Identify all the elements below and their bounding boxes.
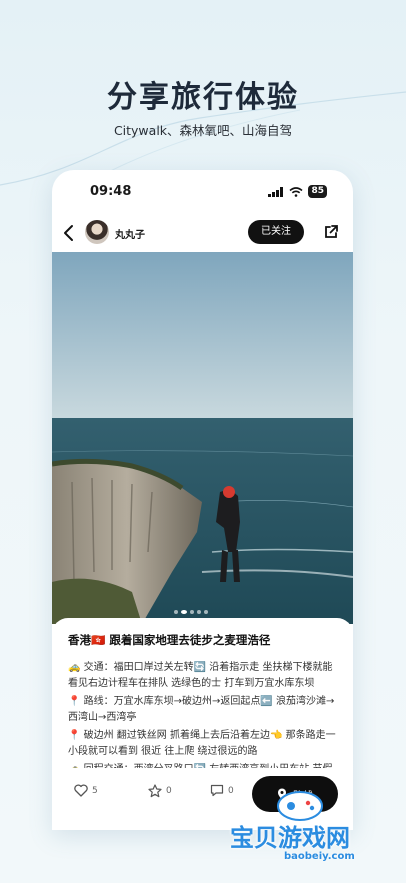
- photo-pagination: [174, 610, 208, 614]
- post-line: 📍 路线：万宜水库东坝→破边州→返回起点⬅️ 浪茄湾沙滩→西湾山→西湾亭: [68, 696, 335, 723]
- pagination-dot: [197, 610, 201, 614]
- post-title: 香港🇭🇰 跟着国家地理去徒步之麦理浩径: [68, 633, 271, 647]
- post-line: 📍 破边州 翻过铁丝网 抓着绳上去后沿着左边👈 那条路走一小段就可以看到 很近 …: [68, 730, 336, 757]
- pagination-dot-active: [181, 610, 187, 614]
- promo-subline: Citywalk、森林氧吧、山海自驾: [113, 123, 293, 138]
- follow-button[interactable]: 已关注: [248, 220, 304, 244]
- watermark-text: 宝贝游戏网: [230, 824, 350, 852]
- post-body: 🚕 交通：福田口岸过关左转🔄 沿着指示走 坐扶梯下楼就能看见右边计程车在排队 选…: [68, 660, 337, 778]
- watermark-url: baobeiy.com: [284, 851, 355, 862]
- post-line: 🚕 交通：福田口岸过关左转🔄 沿着指示走 坐扶梯下楼就能看见右边计程车在排队 选…: [68, 662, 333, 689]
- post-nav-bar: 丸丸子 已关注: [52, 218, 353, 248]
- signal-icon: [268, 186, 284, 197]
- wifi-icon: [289, 186, 303, 197]
- comment-icon: [210, 784, 224, 797]
- pagination-dot: [174, 610, 178, 614]
- status-bar: 09:48 85: [52, 182, 353, 202]
- like-action[interactable]: 5: [74, 784, 98, 797]
- phone-mockup: 09:48 85 丸丸子 已关注 香港🇭🇰 跟着国家地理去徒步之麦理浩径 🚕 交…: [52, 170, 353, 830]
- author-username[interactable]: 丸丸子: [115, 226, 145, 241]
- share-icon[interactable]: [323, 224, 339, 240]
- comment-count: 0: [228, 785, 234, 796]
- battery-indicator: 85: [308, 185, 327, 198]
- author-avatar[interactable]: [85, 220, 109, 244]
- pagination-dot: [204, 610, 208, 614]
- status-time: 09:48: [90, 184, 132, 199]
- star-action[interactable]: 0: [148, 784, 172, 798]
- comment-action[interactable]: 0: [210, 784, 234, 797]
- back-icon[interactable]: [62, 224, 76, 242]
- post-photo[interactable]: [52, 252, 353, 624]
- star-count: 0: [166, 786, 172, 796]
- pagination-dot: [190, 610, 194, 614]
- like-count: 5: [92, 785, 98, 796]
- status-icons: 85: [268, 185, 327, 198]
- star-icon: [148, 784, 162, 798]
- promo-headline: 分享旅行体验: [107, 80, 299, 115]
- heart-icon: [74, 784, 88, 797]
